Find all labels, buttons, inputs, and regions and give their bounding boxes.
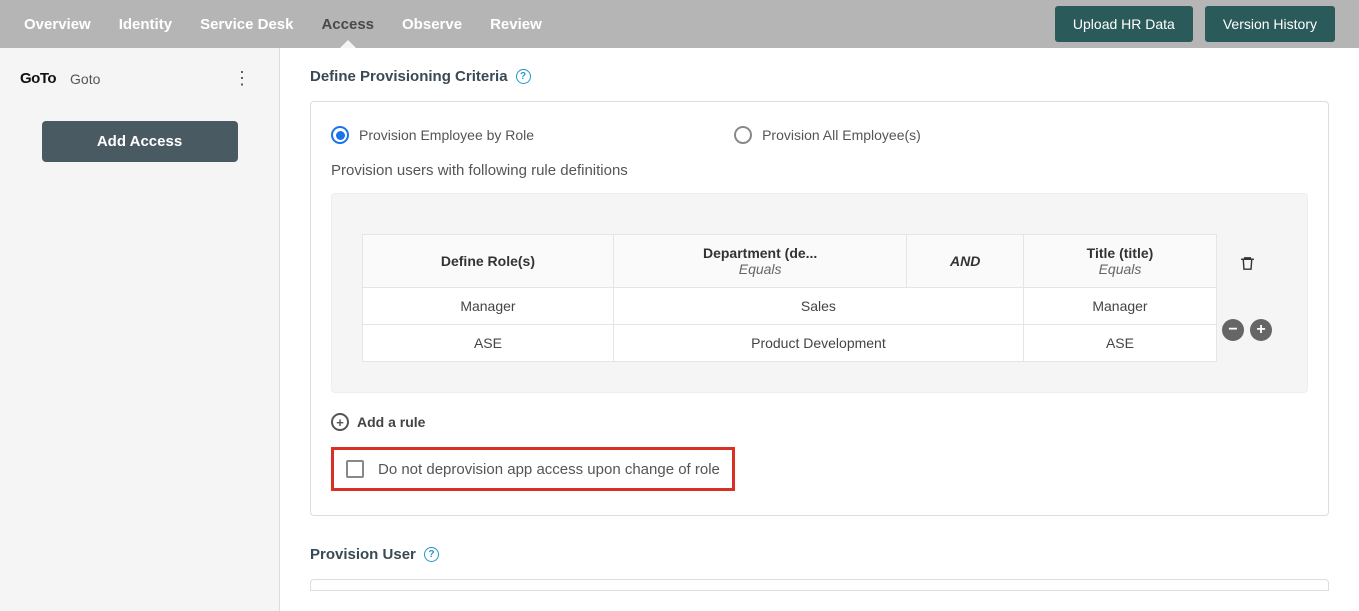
rules-table: Define Role(s) Department (de... Equals … — [362, 234, 1217, 362]
add-rule-label: Add a rule — [357, 414, 425, 430]
rules-box: Define Role(s) Department (de... Equals … — [331, 193, 1308, 393]
radio-selected-icon — [331, 126, 349, 144]
more-icon[interactable]: ⋮ — [225, 64, 259, 93]
tab-observe[interactable]: Observe — [402, 2, 462, 47]
radio-all-label: Provision All Employee(s) — [762, 127, 921, 143]
header-and: AND — [907, 235, 1024, 288]
help-icon[interactable]: ? — [424, 547, 439, 562]
sidebar: GoTo Goto ⋮ Add Access — [0, 48, 280, 611]
add-access-button[interactable]: Add Access — [42, 121, 238, 162]
top-nav: Overview Identity Service Desk Access Ob… — [0, 0, 1359, 48]
help-icon[interactable]: ? — [516, 69, 531, 84]
tab-overview[interactable]: Overview — [24, 2, 91, 47]
tab-identity[interactable]: Identity — [119, 2, 172, 47]
cell-dept: Product Development — [613, 325, 1023, 362]
trash-icon[interactable] — [1239, 255, 1256, 277]
app-name: Goto — [70, 71, 100, 87]
tab-review[interactable]: Review — [490, 2, 542, 47]
table-row: ASE Product Development ASE — [363, 325, 1217, 362]
radio-provision-all[interactable]: Provision All Employee(s) — [734, 126, 921, 144]
section-title-provision-user: Provision User ? — [310, 546, 1329, 563]
goto-logo: GoTo — [20, 70, 56, 87]
deprovision-checkbox[interactable] — [346, 460, 364, 478]
header-title: Title (title) Equals — [1023, 235, 1216, 288]
rules-caption: Provision users with following rule defi… — [331, 162, 1308, 179]
radio-unselected-icon — [734, 126, 752, 144]
cell-role: ASE — [363, 325, 614, 362]
nav-tabs: Overview Identity Service Desk Access Ob… — [24, 2, 542, 47]
table-row: Manager Sales Manager — [363, 288, 1217, 325]
cell-title: Manager — [1023, 288, 1216, 325]
add-rule-button[interactable]: + Add a rule — [331, 413, 1308, 431]
cell-title: ASE — [1023, 325, 1216, 362]
radio-by-role-label: Provision Employee by Role — [359, 127, 534, 143]
remove-row-button[interactable]: − — [1222, 319, 1244, 341]
version-history-button[interactable]: Version History — [1205, 6, 1335, 42]
tab-access[interactable]: Access — [321, 2, 374, 47]
cell-role: Manager — [363, 288, 614, 325]
criteria-title-text: Define Provisioning Criteria — [310, 68, 508, 85]
add-row-button[interactable]: + — [1250, 319, 1272, 341]
header-define-roles: Define Role(s) — [363, 235, 614, 288]
provision-user-title-text: Provision User — [310, 546, 416, 563]
deprovision-label: Do not deprovision app access upon chang… — [378, 461, 720, 478]
deprovision-option-highlight: Do not deprovision app access upon chang… — [331, 447, 735, 491]
section-title-criteria: Define Provisioning Criteria ? — [310, 68, 1329, 85]
criteria-panel: Provision Employee by Role Provision All… — [310, 101, 1329, 516]
plus-circle-icon: + — [331, 413, 349, 431]
radio-provision-by-role[interactable]: Provision Employee by Role — [331, 126, 534, 144]
tab-service-desk[interactable]: Service Desk — [200, 2, 293, 47]
header-department: Department (de... Equals — [613, 235, 907, 288]
provision-user-panel — [310, 579, 1329, 591]
nav-actions: Upload HR Data Version History — [1055, 6, 1335, 42]
main-content: Define Provisioning Criteria ? Provision… — [280, 48, 1359, 611]
cell-dept: Sales — [613, 288, 1023, 325]
upload-hr-data-button[interactable]: Upload HR Data — [1055, 6, 1193, 42]
